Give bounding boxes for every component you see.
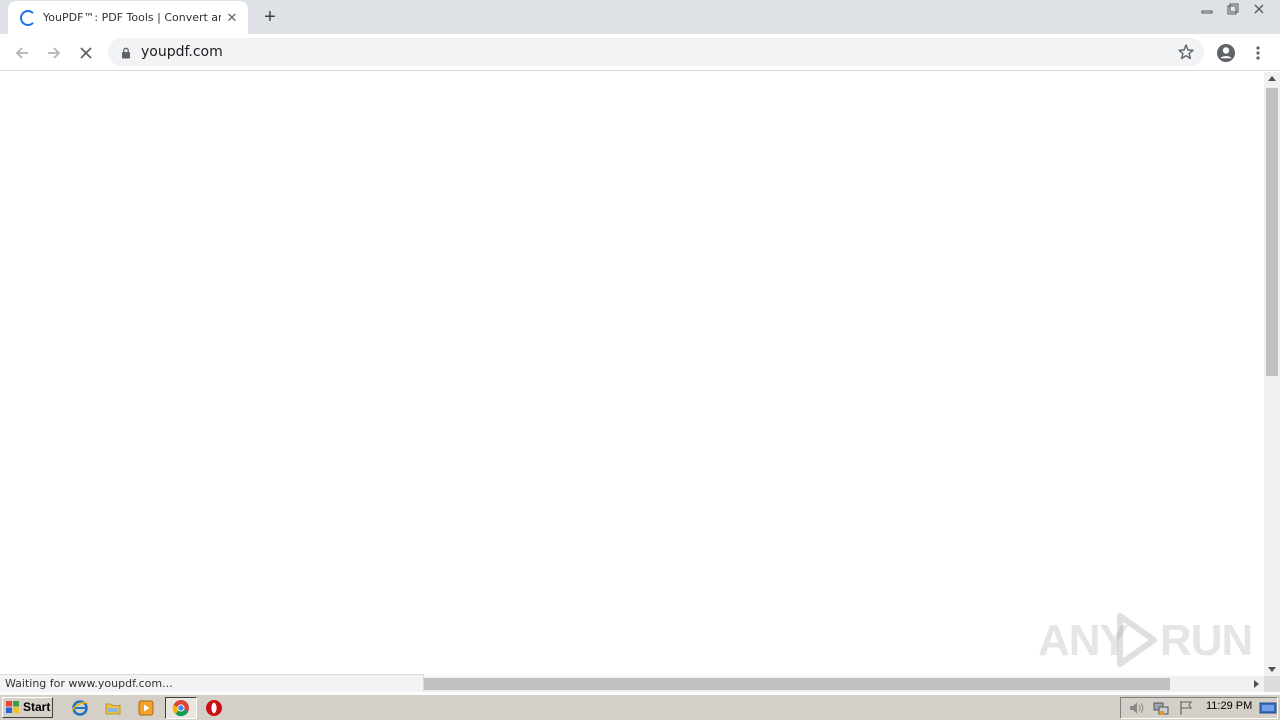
url-text[interactable]: youpdf.com bbox=[141, 43, 223, 61]
horizontal-scroll-thumb[interactable] bbox=[424, 678, 1170, 690]
ie-icon[interactable] bbox=[71, 699, 89, 717]
windows-logo-icon bbox=[6, 701, 19, 713]
scrollbar-corner bbox=[1264, 676, 1280, 692]
minimize-icon[interactable] bbox=[1194, 0, 1220, 18]
browser-toolbar: youpdf.com bbox=[0, 34, 1280, 71]
back-arrow-icon[interactable] bbox=[9, 40, 35, 66]
media-player-icon[interactable] bbox=[137, 699, 155, 717]
spinner-icon bbox=[20, 10, 36, 26]
flag-icon[interactable] bbox=[1177, 699, 1195, 717]
watermark-text-right: RUN bbox=[1160, 616, 1253, 665]
scroll-down-icon[interactable] bbox=[1268, 667, 1276, 672]
page-content[interactable] bbox=[0, 72, 1264, 676]
chrome-taskbar-button[interactable] bbox=[165, 697, 197, 719]
anyrun-watermark: ANY RUN bbox=[1038, 608, 1253, 672]
window-close-icon[interactable] bbox=[1246, 0, 1272, 18]
vertical-scroll-thumb[interactable] bbox=[1266, 88, 1278, 376]
account-icon[interactable] bbox=[1213, 40, 1239, 66]
network-icon[interactable] bbox=[1152, 699, 1170, 717]
stop-icon[interactable] bbox=[73, 40, 99, 66]
play-icon bbox=[1117, 613, 1157, 667]
desktop-icon[interactable] bbox=[1259, 699, 1277, 717]
window-controls bbox=[1194, 0, 1272, 18]
new-tab-button[interactable]: + bbox=[259, 6, 281, 28]
clock[interactable]: 11:29 PM bbox=[1206, 700, 1252, 712]
start-label: Start bbox=[23, 700, 51, 714]
chrome-icon bbox=[172, 700, 189, 717]
restore-icon[interactable] bbox=[1220, 0, 1246, 18]
start-button[interactable]: Start bbox=[2, 697, 53, 718]
tab-strip: YouPDF™: PDF Tools | Convert any PDF ✕ + bbox=[0, 0, 1280, 34]
scroll-right-icon[interactable] bbox=[1254, 680, 1259, 688]
lock-icon bbox=[121, 46, 131, 64]
status-bubble: Waiting for www.youpdf.com... bbox=[0, 674, 424, 692]
address-bar[interactable]: youpdf.com bbox=[108, 38, 1204, 66]
kebab-menu-icon[interactable] bbox=[1245, 40, 1271, 66]
vertical-scrollbar[interactable] bbox=[1264, 72, 1280, 676]
taskbar: Start 11:29 PM bbox=[0, 694, 1280, 720]
tab-close-icon[interactable]: ✕ bbox=[223, 9, 241, 27]
scroll-up-icon[interactable] bbox=[1268, 76, 1276, 81]
tab-title: YouPDF™: PDF Tools | Convert any PDF bbox=[43, 11, 221, 24]
screen: YouPDF™: PDF Tools | Convert any PDF ✕ + bbox=[0, 0, 1280, 720]
star-icon[interactable] bbox=[1177, 43, 1195, 61]
opera-icon[interactable] bbox=[205, 699, 223, 717]
browser-tab[interactable]: YouPDF™: PDF Tools | Convert any PDF ✕ bbox=[8, 1, 248, 34]
explorer-icon[interactable] bbox=[104, 699, 122, 717]
volume-icon[interactable] bbox=[1127, 699, 1145, 717]
forward-arrow-icon[interactable] bbox=[41, 40, 67, 66]
